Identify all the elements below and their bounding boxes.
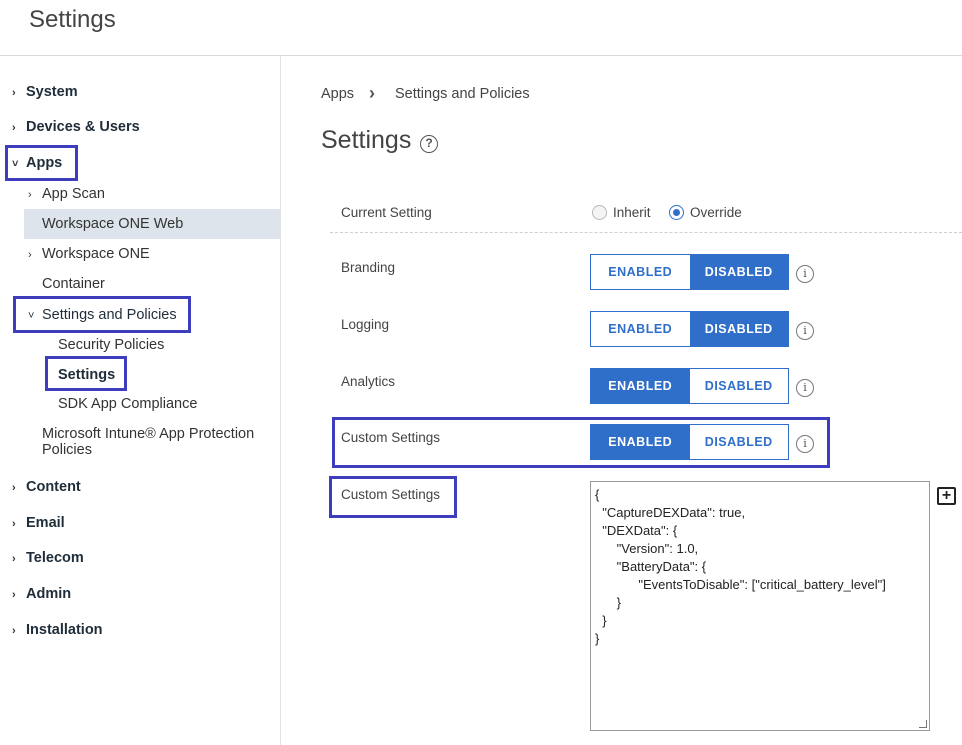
sidebar-item-workspace-one-web[interactable]: Workspace ONE Web — [42, 216, 183, 232]
chevron-right-icon: › — [12, 518, 16, 530]
code-line: "EventsToDisable": ["critical_battery_le… — [595, 577, 886, 592]
breadcrumb-separator-icon: › — [369, 83, 375, 103]
code-line: "BatteryData": { — [595, 559, 707, 574]
top-bar: Settings — [0, 0, 962, 56]
custom-settings-textarea[interactable]: { "CaptureDEXData": true, "DEXData": { "… — [590, 481, 930, 731]
chevron-right-icon: › — [12, 87, 16, 99]
chevron-right-icon: › — [28, 249, 32, 261]
breadcrumb-current: Settings and Policies — [395, 86, 530, 102]
sidebar-item-installation[interactable]: › Installation — [12, 622, 103, 638]
breadcrumb-apps[interactable]: Apps — [321, 86, 354, 102]
inherit-radio[interactable] — [592, 205, 607, 220]
add-icon[interactable]: + — [937, 487, 956, 505]
custom-settings-toggle-label: Custom Settings — [341, 430, 441, 445]
sidebar-item-content[interactable]: › Content — [12, 479, 81, 495]
help-icon[interactable]: ? — [420, 135, 438, 153]
branding-toggle: ENABLED DISABLED — [590, 254, 789, 290]
custom-settings-toggle: ENABLED DISABLED — [590, 424, 789, 460]
sidebar-item-workspace-one[interactable]: › Workspace ONE — [28, 246, 150, 262]
logging-label: Logging — [341, 317, 390, 332]
override-radio[interactable] — [669, 205, 684, 220]
code-line: } — [595, 631, 600, 646]
chevron-right-icon: › — [12, 625, 16, 637]
custom-settings-enabled-button[interactable]: ENABLED — [591, 425, 690, 459]
override-radio-label: Override — [690, 205, 742, 220]
chevron-right-icon: › — [28, 189, 32, 201]
inherit-radio-label: Inherit — [613, 205, 651, 220]
chevron-right-icon: › — [12, 589, 16, 601]
code-line: "CaptureDEXData": true, — [595, 505, 746, 520]
branding-label: Branding — [341, 260, 396, 275]
analytics-toggle: ENABLED DISABLED — [590, 368, 789, 404]
chevron-right-icon: › — [12, 482, 16, 494]
code-line: } — [595, 613, 607, 628]
sidebar-item-sdk-app-compliance[interactable]: SDK App Compliance — [58, 396, 197, 412]
divider — [330, 232, 962, 233]
header-title: Settings — [29, 6, 116, 33]
sidebar-item-email[interactable]: › Email — [12, 515, 65, 531]
page-title: Settings — [321, 126, 412, 154]
chevron-right-icon: › — [12, 553, 16, 565]
code-line: "DEXData": { — [595, 523, 678, 538]
sidebar-item-app-scan[interactable]: › App Scan — [28, 186, 105, 202]
sidebar-item-telecom[interactable]: › Telecom — [12, 550, 84, 566]
sidebar-item-container[interactable]: Container — [42, 276, 105, 292]
sidebar-item-intune-app-protection[interactable]: Microsoft Intune® App Protection Policie… — [42, 426, 254, 458]
logging-toggle: ENABLED DISABLED — [590, 311, 789, 347]
sidebar-item-security-policies[interactable]: Security Policies — [58, 337, 164, 353]
sidebar-item-devices-users[interactable]: › Devices & Users — [12, 119, 140, 135]
highlight-box-apps — [5, 145, 78, 181]
sidebar-item-admin[interactable]: › Admin — [12, 586, 71, 602]
current-setting-label: Current Setting — [341, 205, 432, 220]
analytics-enabled-button[interactable]: ENABLED — [591, 369, 690, 403]
code-line: } — [595, 595, 622, 610]
chevron-right-icon: › — [12, 122, 16, 134]
branding-disabled-button[interactable]: DISABLED — [689, 255, 788, 289]
code-line: { — [595, 487, 600, 502]
logging-info-icon[interactable]: i — [796, 322, 814, 340]
sidebar-item-system[interactable]: › System — [12, 84, 78, 100]
code-line: "Version": 1.0, — [595, 541, 699, 556]
analytics-info-icon[interactable]: i — [796, 379, 814, 397]
analytics-disabled-button[interactable]: DISABLED — [689, 369, 788, 403]
branding-info-icon[interactable]: i — [796, 265, 814, 283]
branding-enabled-button[interactable]: ENABLED — [591, 255, 690, 289]
logging-enabled-button[interactable]: ENABLED — [591, 312, 690, 346]
logging-disabled-button[interactable]: DISABLED — [689, 312, 788, 346]
analytics-label: Analytics — [341, 374, 396, 389]
custom-settings-disabled-button[interactable]: DISABLED — [689, 425, 788, 459]
resize-handle-icon[interactable] — [919, 720, 927, 728]
custom-settings-label: Custom Settings — [341, 487, 441, 502]
highlight-box-settings-and-policies — [13, 296, 191, 333]
custom-settings-info-icon[interactable]: i — [796, 435, 814, 453]
highlight-box-settings — [45, 356, 127, 391]
